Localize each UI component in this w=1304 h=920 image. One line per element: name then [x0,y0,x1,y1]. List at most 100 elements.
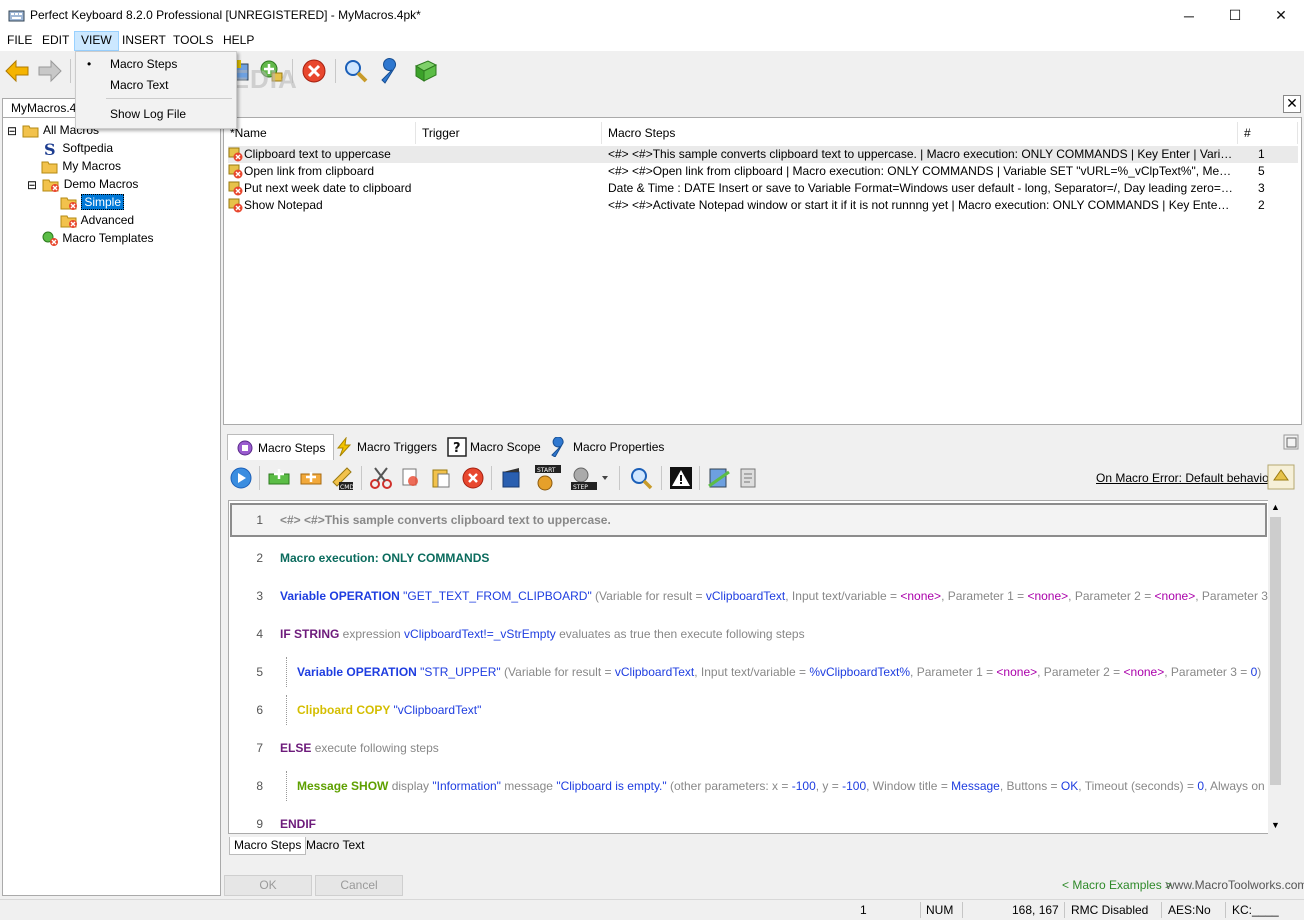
minimize-button[interactable]: ─ [1166,0,1212,31]
delete-step-icon[interactable] [461,466,485,490]
add-step-icon[interactable] [267,466,293,490]
tab-macro-triggers[interactable]: Macro Triggers [327,434,445,460]
step-token: Clipboard COPY [297,703,393,717]
step-line[interactable]: 9ENDIF [229,805,1269,834]
menu-file[interactable]: FILE [1,31,38,51]
tab-macro-properties[interactable]: Macro Properties [543,434,672,460]
step-token: execute following steps [315,741,439,755]
step-line[interactable]: 7ELSE execute following steps [229,729,1269,767]
step-token: <#> <#>This sample converts clipboard te… [280,513,611,527]
copy-icon[interactable] [399,466,423,490]
macro-steps-icon [234,438,256,458]
record-icon[interactable] [499,466,523,490]
menu-separator [106,98,232,99]
step-line[interactable]: 5Variable OPERATION "STR_UPPER" (Variabl… [229,653,1269,691]
search-icon[interactable] [343,58,369,84]
toolbar-separator [491,466,492,490]
cmd-edit-icon[interactable]: CMD [329,464,355,492]
tab-macro-scope[interactable]: ? Macro Scope [440,434,549,460]
settings-wrench-icon[interactable] [378,58,404,84]
menu-item-macro-text[interactable]: Macro Text [77,74,235,96]
menu-insert[interactable]: INSERT [116,31,172,51]
tree-item-advanced[interactable]: Advanced [60,211,134,229]
table-row[interactable]: Show Notepad <#> <#>Activate Notepad win… [228,197,1298,214]
close-window-button[interactable]: ✕ [1258,0,1304,31]
step-code: Message SHOW display "Information" messa… [297,767,1282,805]
run-macro-icon[interactable] [229,466,253,490]
menu-bar: FILE EDIT VIEW INSERT TOOLS HELP [0,31,1304,51]
scroll-up-arrow[interactable]: ▲ [1268,500,1283,515]
help-book-icon[interactable] [413,58,439,84]
close-document-button[interactable]: ✕ [1283,95,1301,113]
restore-panel-icon[interactable] [1283,434,1299,450]
column-header-count[interactable]: # [1238,122,1298,144]
step-token: , Parameter 3 = [1164,665,1250,679]
enable-disable-icon[interactable] [707,466,731,490]
error-settings-icon[interactable] [1267,464,1295,490]
step-run-icon[interactable]: STEP [569,464,609,492]
paste-icon[interactable] [429,466,453,490]
indent-guide [286,695,287,725]
table-row[interactable]: Clipboard text to uppercase <#> <#>This … [228,146,1298,163]
tree-item-my-macros[interactable]: My Macros [41,157,121,175]
table-row[interactable]: Put next week date to clipboard Date & T… [228,180,1298,197]
collapse-icon[interactable]: ⊟ [7,125,19,137]
tree-item-simple[interactable]: Simple [60,193,124,211]
on-error-link[interactable]: On Macro Error: Default behavior [1096,471,1273,485]
softpedia-s-icon: S [41,141,59,157]
tree-item-macro-templates[interactable]: Macro Templates [41,229,154,247]
delete-icon[interactable] [301,58,327,84]
notes-icon[interactable] [737,466,761,490]
website-link[interactable]: www.MacroToolworks.com [1166,878,1304,892]
toolbar-separator [619,466,620,490]
scrollbar-thumb[interactable] [1270,517,1281,785]
warning-icon[interactable] [669,466,693,490]
tab-macro-steps[interactable]: Macro Steps [227,434,334,460]
menu-edit[interactable]: EDIT [36,31,75,51]
status-separator [1225,902,1226,918]
find-icon[interactable] [629,466,653,490]
macro-examples-link[interactable]: < Macro Examples > [1062,878,1172,892]
step-line[interactable]: 6Clipboard COPY "vClipboardText" [229,691,1269,729]
menu-help[interactable]: HELP [217,31,260,51]
collapse-icon[interactable]: ⊟ [27,179,39,191]
column-header-name[interactable]: *Name [224,122,416,144]
status-coords: 168, 167 [1012,900,1059,920]
scroll-down-arrow[interactable]: ▼ [1268,818,1283,833]
step-line[interactable]: 4IF STRING expression vClipboardText!=_v… [229,615,1269,653]
subtab-macro-text[interactable]: Macro Text [302,837,368,855]
macro-steps-editor[interactable]: 1<#> <#>This sample converts clipboard t… [228,500,1282,834]
cancel-button[interactable]: Cancel [315,875,403,896]
tree-item-softpedia[interactable]: S Softpedia [41,139,113,157]
back-icon[interactable] [4,58,30,84]
vertical-scrollbar[interactable]: ▲ ▼ [1268,500,1283,834]
column-header-macro-steps[interactable]: Macro Steps [602,122,1238,144]
table-row[interactable]: Open link from clipboard <#> <#>Open lin… [228,163,1298,180]
menu-view[interactable]: VIEW [74,31,119,51]
menu-tools[interactable]: TOOLS [167,31,219,51]
cut-icon[interactable] [369,466,393,490]
tree-item-demo-macros[interactable]: ⊟ Demo Macros [27,175,138,193]
ok-button[interactable]: OK [224,875,312,896]
forward-icon[interactable] [37,58,63,84]
macro-list: *Name Trigger Macro Steps # Clipboard te… [223,117,1302,425]
step-token: "Clipboard is empty." [556,779,666,793]
tree-item-label: Macro Templates [62,231,153,245]
start-step-icon[interactable]: START [533,464,563,492]
step-token: vClipboardText [706,589,785,603]
step-line[interactable]: 3Variable OPERATION "GET_TEXT_FROM_CLIPB… [229,577,1269,615]
toolbar-separator [335,59,336,83]
step-line-number: 6 [229,691,263,729]
maximize-button[interactable]: ☐ [1212,0,1258,31]
status-rmc: RMC Disabled [1071,900,1148,920]
macro-editor-panel: Macro Steps Macro Triggers ? Macro Scope… [223,428,1302,896]
menu-item-show-log-file[interactable]: Show Log File [77,103,235,125]
subtab-macro-steps[interactable]: Macro Steps [229,837,306,855]
step-line[interactable]: 1<#> <#>This sample converts clipboard t… [229,501,1269,539]
step-line[interactable]: 2Macro execution: ONLY COMMANDS [229,539,1269,577]
step-line[interactable]: 8Message SHOW display "Information" mess… [229,767,1269,805]
menu-item-macro-steps[interactable]: • Macro Steps [77,53,235,75]
svg-text:?: ? [453,441,461,456]
column-header-trigger[interactable]: Trigger [416,122,602,144]
insert-step-icon[interactable] [299,466,325,490]
